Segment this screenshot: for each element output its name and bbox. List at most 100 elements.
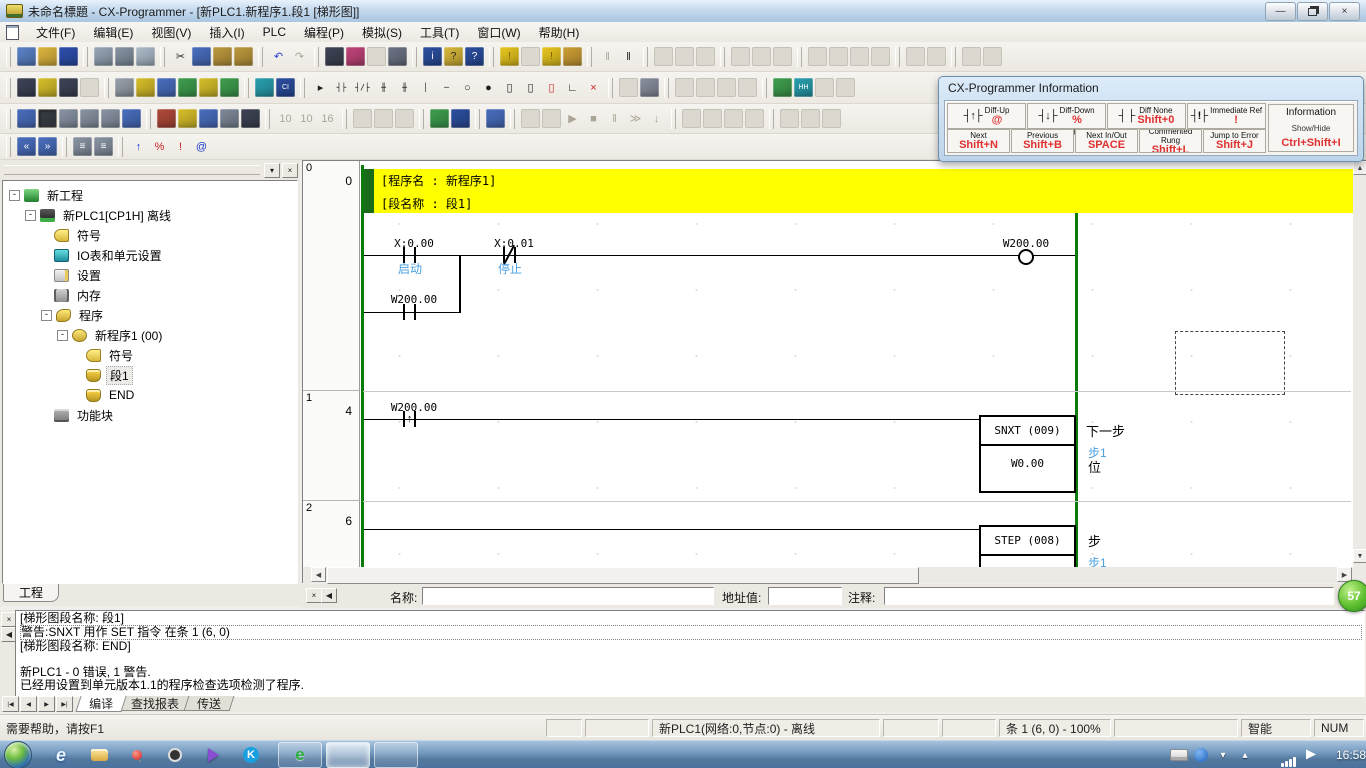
scroll-thumb[interactable]	[327, 567, 919, 584]
menu-window[interactable]: 窗口(W)	[468, 22, 529, 43]
output-line[interactable]	[20, 653, 1364, 666]
new-corner-icon[interactable]: ∟	[563, 78, 582, 97]
show-symbol-bar-icon[interactable]	[199, 78, 218, 97]
selection-rectangle[interactable]	[1175, 331, 1285, 395]
new-window-icon[interactable]	[17, 109, 36, 128]
mdi-child-icon[interactable]	[6, 25, 19, 40]
vertical-scrollbar[interactable]: ▲ ▼	[1353, 161, 1366, 567]
horizontal-scrollbar[interactable]: ◀ ▶	[303, 567, 1366, 583]
chevron-up-icon[interactable]: ▴	[1234, 743, 1256, 767]
plc-clock-icon[interactable]	[430, 109, 449, 128]
output-messages[interactable]: [梯形图段名称: 段1]警告:SNXT 用作 SET 指令 在条 1 (6, 0…	[15, 610, 1365, 697]
comment-field[interactable]	[884, 587, 1334, 605]
context-help-icon[interactable]: ?	[465, 47, 484, 66]
zoom-in-icon[interactable]	[38, 78, 57, 97]
pin-icon[interactable]	[122, 743, 152, 767]
rung-list-up-icon[interactable]: ≡	[73, 137, 92, 156]
contact-start-address[interactable]: X:0.00	[369, 237, 459, 250]
tab-scroll-last-button[interactable]: ▶|	[56, 696, 73, 712]
rung-margin-2[interactable]: 2 6	[303, 501, 360, 567]
tree-item-io-table[interactable]: IO表和单元设置	[3, 245, 297, 265]
diff-down-icon[interactable]: %	[150, 137, 169, 156]
shortcut-cell-previous[interactable]: PreviousShift+B	[1011, 129, 1074, 153]
output-line[interactable]: [梯形图段名称: 段1]	[20, 612, 1364, 625]
rung-margin-1[interactable]: 1 4	[303, 391, 360, 501]
tree-item-end[interactable]: END	[3, 385, 297, 405]
tab-scroll-next-button[interactable]: ▶	[38, 696, 55, 712]
watchbar-prev-button[interactable]: ◀	[321, 588, 337, 603]
paste-special-icon[interactable]	[234, 47, 253, 66]
diff-at-icon[interactable]: @	[192, 137, 211, 156]
new-or-closed-contact-icon[interactable]: ╫	[395, 78, 414, 97]
pause-icon[interactable]: ‖	[619, 47, 638, 66]
tab-project[interactable]: 工程	[3, 584, 59, 602]
keyboard-icon[interactable]	[1168, 743, 1190, 767]
menu-help[interactable]: 帮助(H)	[530, 22, 589, 43]
shortcut-cell-immediate-ref[interactable]: ┤!├Immediate Ref!	[1187, 103, 1266, 129]
show-comments-icon[interactable]	[136, 78, 155, 97]
snxt-operand[interactable]: W0.00	[981, 446, 1074, 480]
new-closed-contact-icon[interactable]: ┤/├	[353, 78, 372, 97]
name-field[interactable]	[422, 587, 714, 605]
diff-up-icon[interactable]: ↑	[129, 137, 148, 156]
tree-item-plc[interactable]: -新PLC1[CP1H] 离线	[3, 205, 297, 225]
output-line[interactable]: [梯形图段名称: END]	[20, 640, 1364, 653]
build-icon[interactable]	[38, 109, 57, 128]
watchbar-close-button[interactable]: ×	[306, 588, 322, 603]
new-instruction3-icon[interactable]: ▯	[542, 78, 561, 97]
plc-memory-icon[interactable]	[451, 109, 470, 128]
new-instruction-icon[interactable]: ▯	[500, 78, 519, 97]
indent-rung-icon[interactable]: »	[38, 137, 57, 156]
output-line[interactable]: 已经用设置到单元版本1.1的程序检查选项检测了程序.	[20, 679, 1364, 692]
new-file-icon[interactable]	[17, 47, 36, 66]
tree-expander-icon[interactable]: -	[25, 210, 36, 221]
output-line[interactable]: 警告:SNXT 用作 SET 指令 在条 1 (6, 0)	[20, 625, 1362, 640]
undo-icon[interactable]: ↶	[269, 47, 288, 66]
save-icon[interactable]	[59, 47, 78, 66]
tree-expander-icon[interactable]: -	[57, 330, 68, 341]
contact-diff-up-address[interactable]: W200.00	[369, 401, 459, 414]
tab-scroll-prev-button[interactable]: ◀	[20, 696, 37, 712]
cross-reference-icon[interactable]	[773, 78, 792, 97]
window-3-icon[interactable]	[80, 109, 99, 128]
select-mode-icon[interactable]: ▸	[311, 78, 330, 97]
rung-margin-0[interactable]: 0 0	[303, 161, 360, 391]
zoom-out-icon[interactable]	[59, 78, 78, 97]
shortcut-cell-commented-rung[interactable]: Commented RungShift+L	[1139, 129, 1202, 153]
tab-编译[interactable]: 编译	[75, 696, 126, 712]
immediate-ref-icon[interactable]: !	[171, 137, 190, 156]
taskbar-app-browser-e[interactable]: e	[278, 742, 322, 768]
tree-item-program1[interactable]: -新程序1 (00)	[3, 325, 297, 345]
menu-simulation[interactable]: 模拟(S)	[353, 22, 411, 43]
help-icon[interactable]	[1190, 743, 1212, 767]
new-instruction2-icon[interactable]: ▯	[521, 78, 540, 97]
tree-item-programs[interactable]: -程序	[3, 305, 297, 325]
tree-item-project[interactable]: -新工程	[3, 185, 297, 205]
new-contact-icon[interactable]: ┤├	[332, 78, 351, 97]
taskbar-app-paint[interactable]	[374, 742, 418, 768]
taskbar-app-cxp[interactable]	[326, 742, 370, 768]
menu-view[interactable]: 视图(V)	[142, 22, 200, 43]
open-file-icon[interactable]	[38, 47, 57, 66]
menu-program[interactable]: 编程(P)	[295, 22, 353, 43]
replace-icon[interactable]	[346, 47, 365, 66]
find-warning-icon[interactable]: !	[542, 47, 561, 66]
binary-view-icon[interactable]	[241, 109, 260, 128]
shortcut-cell-diff-down[interactable]: ┤↓├Diff-Down%	[1027, 103, 1106, 129]
tree-item-symbols[interactable]: 符号	[3, 225, 297, 245]
tab-查找报表[interactable]: 查找报表	[118, 696, 193, 711]
minimize-button[interactable]: —	[1265, 2, 1296, 21]
zoom-select-icon[interactable]	[17, 78, 36, 97]
contact-latch[interactable]	[403, 304, 416, 320]
address-monitor-icon[interactable]: HH	[794, 78, 813, 97]
show-rung-wrapping-icon[interactable]	[178, 78, 197, 97]
rung-comment-block[interactable]: [程序名 : 新程序1] [段名称 : 段1]	[374, 169, 1353, 213]
kugou-icon[interactable]: K	[236, 743, 266, 767]
workspace-dropdown-button[interactable]: ▾	[264, 163, 280, 178]
tree-item-function-blocks[interactable]: 功能块	[3, 405, 297, 425]
address-reference-icon[interactable]	[640, 78, 659, 97]
cut-icon[interactable]: ✂	[171, 47, 190, 66]
page-setup-icon[interactable]	[94, 47, 113, 66]
output-coil-address[interactable]: W200.00	[981, 237, 1071, 250]
split-rung-icon[interactable]	[157, 109, 176, 128]
